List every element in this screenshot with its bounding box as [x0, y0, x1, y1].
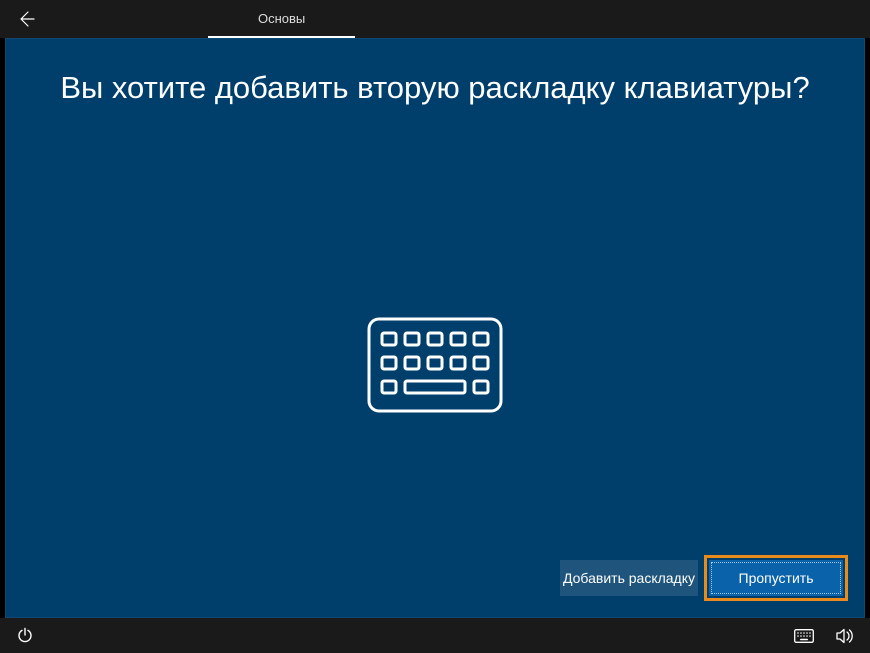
volume-icon[interactable] — [836, 628, 854, 644]
system-bar-left — [16, 627, 34, 645]
title-bar: Основы — [0, 0, 870, 38]
add-layout-label: Добавить раскладку — [563, 570, 695, 586]
skip-button[interactable]: Пропустить — [709, 560, 843, 596]
keyboard-icon — [365, 315, 505, 420]
tab-container: Основы — [208, 0, 355, 38]
keyboard-osk-icon[interactable] — [794, 629, 814, 643]
content-pane: Вы хотите добавить вторую раскладку клав… — [5, 38, 865, 618]
skip-label: Пропустить — [739, 570, 814, 586]
footer-actions: Добавить раскладку Пропустить — [560, 555, 848, 601]
page-heading: Вы хотите добавить вторую раскладку клав… — [6, 67, 864, 109]
add-layout-button[interactable]: Добавить раскладку — [560, 560, 698, 596]
tab-basics[interactable]: Основы — [208, 0, 355, 38]
system-bar-right — [794, 628, 854, 644]
skip-button-highlight: Пропустить — [704, 555, 848, 601]
power-icon[interactable] — [16, 627, 34, 645]
tab-label: Основы — [258, 11, 305, 26]
back-arrow-icon — [16, 9, 36, 29]
system-bar — [0, 618, 870, 653]
back-button[interactable] — [14, 7, 38, 31]
